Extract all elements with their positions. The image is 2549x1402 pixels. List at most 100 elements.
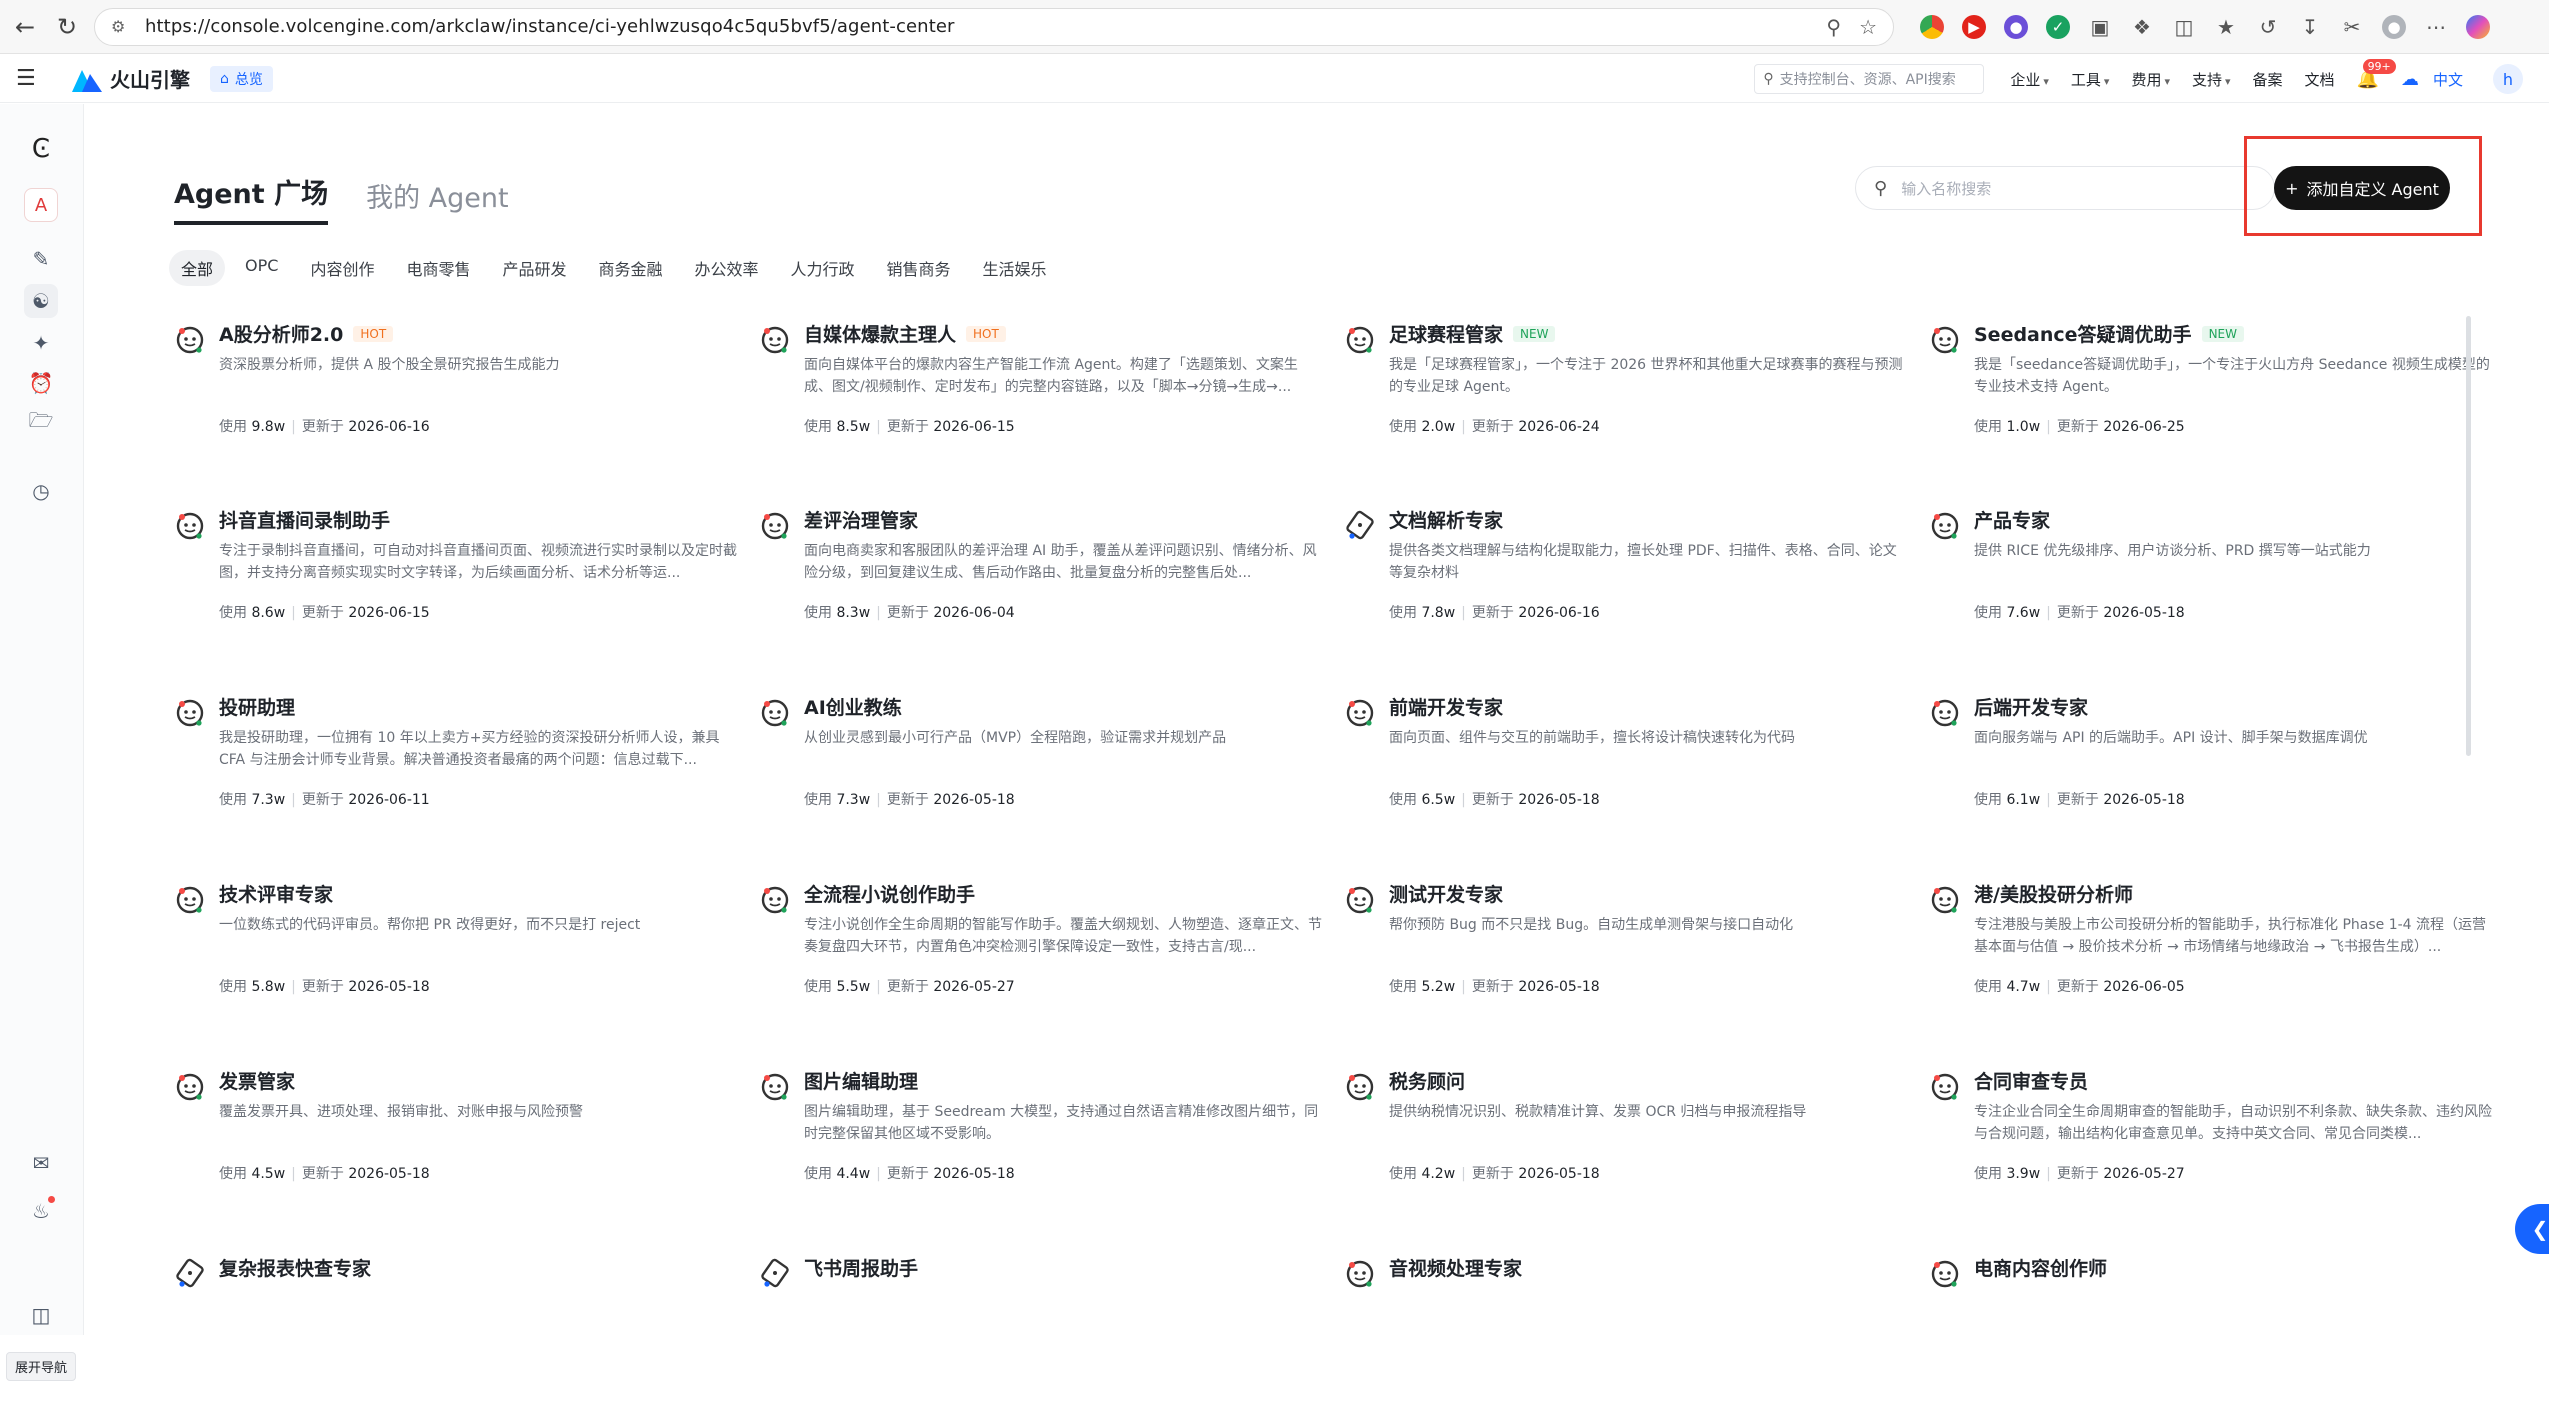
link-icp-filing[interactable]: 备案 xyxy=(2253,69,2283,90)
agent-card[interactable]: 投研助理 我是投研助理，一位拥有 10 年以上卖方+买方经验的资深投研分析师人设，… xyxy=(169,691,729,841)
agent-card[interactable]: 电商内容创作师 xyxy=(1924,1252,2484,1402)
puzzle-icon[interactable]: ❖ xyxy=(2130,15,2154,39)
youtube-icon[interactable]: ▶ xyxy=(1962,14,1986,39)
agent-card[interactable]: 图片编辑助理 图片编辑助理，基于 Seedream 大模型，支持通过自然语言精准修… xyxy=(754,1065,1318,1215)
usage-label: 使用 xyxy=(219,979,247,995)
category-chip[interactable]: 人力行政 xyxy=(779,250,867,286)
agent-card[interactable]: 合同审查专员 专注企业合同全生命周期审查的智能助手，自动识别不利条款、缺失条款、违… xyxy=(1924,1065,2492,1215)
category-chip[interactable]: 内容创作 xyxy=(298,250,386,286)
agent-meta: 使用 8.3w | 更新于 2026-06-04 xyxy=(804,602,1015,622)
favorites-icon[interactable]: ★ xyxy=(2214,15,2238,39)
mail-icon[interactable]: ✉ xyxy=(24,1146,58,1180)
menu-tools[interactable]: 工具 ▾ xyxy=(2071,69,2110,90)
copilot-icon[interactable] xyxy=(2466,14,2490,39)
category-chip[interactable]: 商务金融 xyxy=(586,250,674,286)
agent-avatar[interactable]: A xyxy=(24,188,58,222)
extension-purple-icon[interactable]: ● xyxy=(2004,14,2028,39)
category-filter: 全部 OPC 内容创作 电商零售 产品研发 商务金融 办公效率 人力行政 销售商务 生活娱乐 xyxy=(169,250,1059,286)
url-text[interactable]: https://console.volcengine.com/arkclaw/i… xyxy=(145,16,1808,37)
category-chip[interactable]: 办公效率 xyxy=(683,250,771,286)
alarm-clock-icon[interactable]: ⏰ xyxy=(24,366,58,400)
address-bar[interactable]: ⚙ https://console.volcengine.com/arkclaw… xyxy=(94,7,1894,46)
category-chip[interactable]: 销售商务 xyxy=(875,250,963,286)
console-search-input[interactable]: ⚲ 支持控制台、资源、API搜索 xyxy=(1754,64,1985,94)
agent-name: 文档解析专家 xyxy=(1389,510,1504,532)
agent-card[interactable]: 足球赛程管家 NEW 我是「足球赛程管家」，一个专注于 2026 世界杯和其他重大足… xyxy=(1339,318,1903,468)
agent-card[interactable]: 复杂报表快查专家 xyxy=(169,1252,729,1402)
agent-card[interactable]: 技术评审专家 一位数练式的代码评审员。帮你把 PR 改得更好，而不只是打 reje… xyxy=(169,878,729,1028)
menu-enterprise[interactable]: 企业 ▾ xyxy=(2010,69,2049,90)
agent-name: 合同审查专员 xyxy=(1974,1071,2089,1093)
agent-card[interactable]: 文档解析专家 提供各类文档理解与结构化提取能力，擅长处理 PDF、扫描件、表格、合… xyxy=(1339,504,1899,654)
profile-avatar-icon[interactable]: ● xyxy=(2382,14,2406,39)
agent-card[interactable]: 全流程小说创作助手 专注小说创作全生命周期的智能写作助手。覆盖大纲规划、人物塑造、… xyxy=(754,878,1322,1028)
history-icon[interactable]: ◷ xyxy=(24,474,58,508)
agent-card[interactable]: Seedance答疑调优助手 NEW 我是「seedance答疑调优助手」，一个专注… xyxy=(1924,318,2490,468)
agent-card[interactable]: 税务顾问 提供纳税情况识别、税款精准计算、发票 OCR 归档与申报流程指导 使用 4… xyxy=(1339,1065,1899,1215)
camera-icon[interactable]: ▣ xyxy=(2088,15,2112,39)
agent-card[interactable]: 差评治理管家 面向电商卖家和客服团队的差评治理 AI 助手，覆盖从差评问题识别、情… xyxy=(754,504,1317,654)
side-panel-toggle-button[interactable]: ❮ xyxy=(2515,1204,2549,1254)
agent-card[interactable]: 飞书周报助手 xyxy=(754,1252,1314,1402)
tools-icon[interactable]: ✦ xyxy=(24,326,58,360)
updated-date: 2026-06-16 xyxy=(1518,605,1600,621)
hamburger-menu-icon[interactable]: ☰ xyxy=(16,66,42,91)
back-icon[interactable]: ← xyxy=(8,10,42,44)
agent-card[interactable]: 音视频处理专家 xyxy=(1339,1252,1899,1402)
add-custom-agent-button[interactable]: + 添加自定义 Agent xyxy=(2274,166,2450,210)
scrollbar[interactable] xyxy=(2466,316,2471,756)
add-custom-agent-label: 添加自定义 Agent xyxy=(2306,180,2439,199)
category-chip[interactable]: 产品研发 xyxy=(490,250,578,286)
updated-date: 2026-05-18 xyxy=(1518,1166,1600,1182)
agent-description: 面向页面、组件与交互的前端助手，擅长将设计稿快速转化为代码 xyxy=(1389,730,1795,746)
link-docs[interactable]: 文档 xyxy=(2305,69,2335,90)
chrome-icon[interactable] xyxy=(1920,14,1944,39)
agent-bot-icon xyxy=(1343,695,1377,729)
agent-card[interactable]: 后端开发专家 面向服务端与 API 的后端助手。API 设计、脚手架与数据库调优使… xyxy=(1924,691,2484,841)
agent-meta: 使用 3.9w | 更新于 2026-05-27 xyxy=(1974,1163,2185,1183)
menu-support[interactable]: 支持 ▾ xyxy=(2192,69,2231,90)
split-view-icon[interactable]: ◫ xyxy=(2172,15,2196,39)
new-chat-icon[interactable]: ✎ xyxy=(24,242,58,276)
zoom-icon[interactable]: ⚲ xyxy=(1826,15,1841,39)
agent-search-input[interactable]: ⚲ 输入名称搜索 xyxy=(1855,166,2275,210)
home-chip[interactable]: ⌂ 总览 xyxy=(210,65,273,92)
chevron-left-icon: ❮ xyxy=(2531,1217,2549,1241)
tab-agent-plaza[interactable]: Agent 广场 xyxy=(174,172,329,225)
folder-icon[interactable]: 🗁 xyxy=(24,406,58,440)
agent-card[interactable]: 发票管家 覆盖发票开具、进项处理、报销审批、对账申报与风险预警 使用 4.5w | 更新… xyxy=(169,1065,729,1215)
more-menu-icon[interactable]: ⋯ xyxy=(2424,15,2448,39)
agent-card[interactable]: 产品专家 提供 RICE 优先级排序、用户访谈分析、PRD 撰写等一站式能力 使用 … xyxy=(1924,504,2484,654)
site-info-icon[interactable]: ⚙ xyxy=(111,17,133,36)
category-chip[interactable]: 生活娱乐 xyxy=(971,250,1059,286)
arkclaw-logo-icon[interactable]: Ͼ xyxy=(24,132,58,166)
agent-pen-icon xyxy=(173,1256,207,1290)
reload-icon[interactable]: ↻ xyxy=(50,10,84,44)
agent-card[interactable]: 自媒体爆款主理人 HOT 面向自媒体平台的爆款内容生产智能工作流 Agent。构建了… xyxy=(754,318,1314,468)
agent-card[interactable]: 抖音直播间录制助手 专注于录制抖音直播间，可自动对抖音直播间页面、视频流进行实时录… xyxy=(169,504,737,654)
bell-icon[interactable]: ♨ xyxy=(24,1194,58,1228)
category-chip[interactable]: 全部 xyxy=(169,250,226,286)
bookmark-star-icon[interactable]: ☆ xyxy=(1859,15,1877,39)
agent-card[interactable]: 前端开发专家 面向页面、组件与交互的前端助手，擅长将设计稿快速转化为代码 使用 6.… xyxy=(1339,691,1899,841)
agent-center-icon[interactable]: ☯ xyxy=(24,284,58,318)
brand-logo[interactable]: 火山引擎 xyxy=(72,64,190,93)
agent-card[interactable]: A股分析师2.0 HOT 资深股票分析师，提供 A 股个股全景研究报告生成能力 使用 … xyxy=(169,318,729,468)
history-icon[interactable]: ↺ xyxy=(2256,15,2280,39)
sidebar-toggle-icon[interactable]: ◫ xyxy=(24,1298,58,1332)
category-chip[interactable]: 电商零售 xyxy=(394,250,482,286)
usage-count: 4.7w xyxy=(2006,979,2041,995)
notification-bell-icon[interactable]: 🔔 99+ xyxy=(2357,58,2396,90)
cloud-status-icon[interactable]: ☁ xyxy=(2401,69,2419,90)
screenshot-icon[interactable]: ✂ xyxy=(2340,15,2364,39)
category-chip[interactable]: OPC xyxy=(233,250,290,286)
agent-card[interactable]: 港/美股投研分析师 专注港股与美股上市公司投研分析的智能助手，执行标准化 Phas… xyxy=(1924,878,2486,1028)
menu-billing[interactable]: 费用 ▾ xyxy=(2131,69,2170,90)
tab-my-agent[interactable]: 我的 Agent xyxy=(366,176,509,225)
agent-card[interactable]: 测试开发专家 帮你预防 Bug 而不只是找 Bug。自动生成单测骨架与接口自动化使… xyxy=(1339,878,1899,1028)
language-switch[interactable]: 中文 xyxy=(2433,69,2463,90)
user-avatar[interactable]: h xyxy=(2493,64,2523,94)
download-icon[interactable]: ↧ xyxy=(2298,15,2322,39)
agent-card[interactable]: AI创业教练 从创业灵感到最小可行产品（MVP）全程陪跑，验证需求并规划产品 使用 … xyxy=(754,691,1314,841)
shield-icon[interactable]: ✓ xyxy=(2046,14,2070,39)
